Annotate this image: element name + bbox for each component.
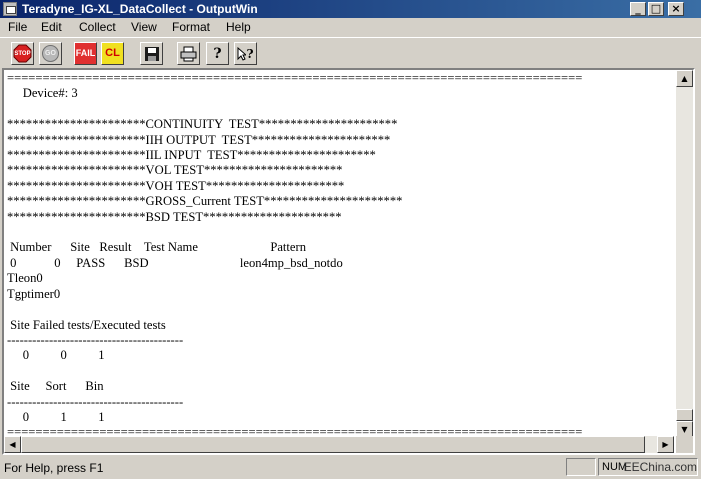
arrow-pointer-icon bbox=[237, 46, 247, 61]
output-line: ----------------------------------------… bbox=[7, 394, 184, 409]
menu-edit[interactable]: Edit bbox=[41, 20, 62, 34]
output-line: **********************CONTINUITY TEST***… bbox=[7, 117, 398, 132]
output-line: **********************VOH TEST**********… bbox=[7, 178, 345, 193]
output-line: Device#: 3 bbox=[7, 86, 78, 101]
output-line: 0 1 1 bbox=[7, 409, 105, 424]
app-icon[interactable] bbox=[3, 2, 17, 16]
stop-label: STOP bbox=[14, 50, 31, 57]
menu-view[interactable]: View bbox=[131, 20, 157, 34]
go-button[interactable]: GO bbox=[39, 42, 62, 65]
fail-label: FAIL bbox=[75, 48, 96, 58]
go-label: GO bbox=[45, 50, 56, 57]
print-icon bbox=[180, 46, 197, 61]
fail-button[interactable]: FAIL bbox=[74, 42, 97, 65]
cl-label: CL bbox=[105, 47, 120, 59]
stop-button[interactable]: STOP bbox=[11, 42, 34, 65]
horizontal-scroll-thumb[interactable] bbox=[21, 436, 645, 453]
output-line: Site Sort Bin bbox=[7, 379, 104, 394]
maximize-button[interactable]: □ bbox=[648, 2, 664, 16]
output-text-area[interactable]: ========================================… bbox=[4, 70, 674, 438]
save-button[interactable] bbox=[140, 42, 163, 65]
status-help-text: For Help, press F1 bbox=[4, 461, 104, 475]
output-line: Tgptimer0 bbox=[7, 286, 61, 301]
scroll-right-button[interactable]: ▶ bbox=[657, 436, 674, 453]
save-icon bbox=[144, 46, 159, 61]
toolbar: STOP GO FAIL CL ? ? bbox=[0, 37, 701, 69]
output-line: 0 0 1 bbox=[7, 348, 105, 363]
window-title: Teradyne_IG-XL_DataCollect - OutputWin bbox=[22, 2, 258, 16]
output-line: **********************IIL INPUT TEST****… bbox=[7, 148, 376, 163]
output-line: Tleon0 bbox=[7, 271, 43, 286]
context-help-icon: ? bbox=[246, 46, 254, 61]
help-icon: ? bbox=[213, 45, 222, 62]
help-button[interactable]: ? bbox=[206, 42, 229, 65]
status-bar: For Help, press F1 NUM EEChina.com bbox=[0, 456, 701, 479]
menu-collect[interactable]: Collect bbox=[79, 20, 116, 34]
output-line: Site Failed tests/Executed tests bbox=[7, 317, 166, 332]
scroll-corner bbox=[676, 436, 693, 453]
horizontal-scrollbar[interactable]: ◀ ▶ bbox=[4, 436, 674, 453]
vertical-scroll-thumb[interactable] bbox=[676, 409, 693, 421]
output-line: ----------------------------------------… bbox=[7, 332, 184, 347]
output-line: **********************BSD TEST**********… bbox=[7, 209, 342, 224]
scroll-left-button[interactable]: ◀ bbox=[4, 436, 21, 453]
menu-format[interactable]: Format bbox=[172, 20, 210, 34]
menu-help[interactable]: Help bbox=[226, 20, 251, 34]
output-window: ========================================… bbox=[2, 68, 695, 455]
watermark: EEChina.com bbox=[623, 460, 697, 474]
output-line: **********************GROSS_Current TEST… bbox=[7, 194, 403, 209]
menu-file[interactable]: File bbox=[8, 20, 27, 34]
menu-bar: File Edit Collect View Format Help bbox=[0, 18, 701, 37]
close-button[interactable]: × bbox=[668, 2, 684, 16]
output-text: ========================================… bbox=[4, 70, 674, 438]
output-line: **********************VOL TEST**********… bbox=[7, 163, 343, 178]
clear-button[interactable]: CL bbox=[101, 42, 124, 65]
scroll-up-button[interactable]: ▲ bbox=[676, 70, 693, 87]
output-line: **********************IIH OUTPUT TEST***… bbox=[7, 132, 391, 147]
context-help-button[interactable]: ? bbox=[234, 42, 257, 65]
print-button[interactable] bbox=[177, 42, 200, 65]
output-line: 0 0 PASS BSD leon4mp_bsd_notdo bbox=[7, 255, 343, 270]
output-line: Number Site Result Test Name Pattern bbox=[7, 240, 307, 255]
status-pane-blank bbox=[566, 458, 596, 476]
title-bar[interactable]: Teradyne_IG-XL_DataCollect - OutputWin _… bbox=[0, 0, 701, 18]
minimize-button[interactable]: _ bbox=[630, 2, 646, 16]
vertical-scrollbar[interactable]: ▲ ▼ bbox=[676, 70, 693, 438]
output-line: ========================================… bbox=[7, 71, 583, 85]
